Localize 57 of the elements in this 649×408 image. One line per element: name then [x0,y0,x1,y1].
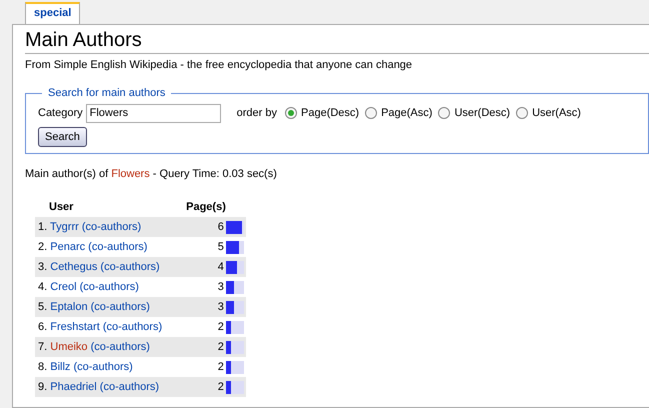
fieldset-legend: Search for main authors [42,85,172,102]
user-link[interactable]: Eptalon [50,300,88,313]
page-count: 2 [218,360,224,373]
radio-label: Page(Desc) [301,106,360,121]
page-subtitle: From Simple English Wikipedia - the free encyclopedia that anyone can change [25,58,414,72]
page-count: 4 [218,260,224,273]
column-header: Page(s) [166,198,226,217]
page-count: 2 [218,320,224,333]
page-count: 2 [218,380,224,393]
user-link[interactable]: Phaedriel [50,380,97,393]
category-link[interactable]: Flowers [111,168,150,180]
special-tab[interactable]: special [25,2,80,24]
co-authors-link[interactable]: (co-authors) [90,340,150,353]
page-count: 2 [218,340,224,353]
page-count: 5 [218,240,224,253]
rank-number: 6. [38,320,48,333]
radio-button[interactable] [365,107,378,119]
search-button[interactable]: Search [38,126,87,147]
radio-button[interactable] [285,107,297,119]
rank-number: 7. [38,340,48,353]
page-count: 3 [218,280,224,293]
user-link[interactable]: Penarc [50,240,86,253]
user-link[interactable]: Billz [50,360,70,373]
user-link[interactable]: Cethegus [50,260,98,273]
order-by-label: order by [236,106,277,121]
co-authors-link[interactable]: (co-authors) [73,360,133,373]
radio-label: Page(Asc) [381,106,432,121]
user-link[interactable]: Freshstart [50,320,100,333]
user-link[interactable]: Umeiko [50,340,88,353]
radio-label: User(Asc) [532,106,581,121]
co-authors-link[interactable]: (co-authors) [90,300,150,313]
rank-number: 4. [38,280,48,293]
category-field[interactable]: Flowers [86,104,221,122]
radio-label: User(Desc) [454,106,510,121]
page-count: 6 [218,220,224,233]
co-authors-link[interactable]: (co-authors) [100,380,160,393]
radio-button[interactable] [438,107,450,119]
co-authors-link[interactable]: (co-authors) [80,280,139,293]
user-link[interactable]: Creol [50,280,77,293]
category-label: Category [38,106,83,121]
rank-number: 2. [38,240,48,253]
co-authors-link[interactable]: (co-authors) [102,320,162,333]
column-header: User [35,198,166,217]
rank-number: 9. [38,380,48,393]
page-count: 3 [218,300,224,313]
rank-number: 5. [38,300,48,313]
rank-number: 3. [38,260,48,273]
result-text: Main author(s) of [25,168,108,180]
page-title: Main Authors [25,28,649,54]
co-authors-link[interactable]: (co-authors) [100,260,160,273]
user-link[interactable]: Tygrrr [50,220,79,233]
rank-number: 8. [38,360,48,373]
radio-button[interactable] [516,107,528,119]
rank-number: 1. [38,220,48,233]
co-authors-link[interactable]: (co-authors) [88,240,148,253]
co-authors-link[interactable]: (co-authors) [82,220,142,233]
result-text: - Query Time: 0.03 sec(s) [152,168,277,180]
